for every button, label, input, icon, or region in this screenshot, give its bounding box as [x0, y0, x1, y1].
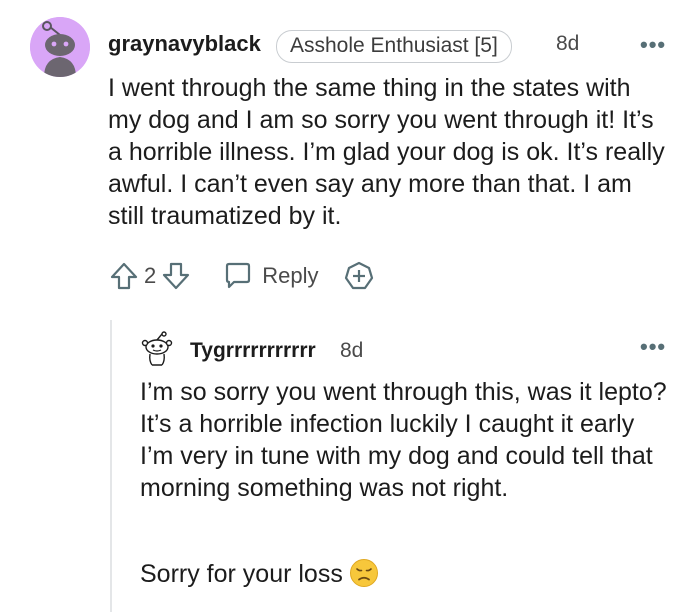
- username[interactable]: graynavyblack: [108, 31, 261, 57]
- reply-body-closing: Sorry for your loss: [140, 558, 670, 590]
- snoo-outline-icon: [141, 331, 173, 366]
- more-options-icon[interactable]: •••: [640, 32, 666, 58]
- reply-body: I’m so sorry you went through this, was …: [140, 378, 667, 502]
- user-flair: Asshole Enthusiast [5]: [276, 30, 512, 63]
- reply-username[interactable]: Tygrrrrrrrrrrr: [190, 339, 316, 363]
- comment-age: 8d: [556, 32, 580, 55]
- plus-circle-icon[interactable]: [343, 260, 375, 292]
- reply-more-options-icon[interactable]: •••: [640, 334, 666, 360]
- reply-closing-text: Sorry for your loss: [140, 560, 343, 588]
- vote-score: 2: [144, 263, 157, 288]
- comment-actions: 2 Reply: [108, 258, 375, 294]
- downvote-icon[interactable]: [160, 260, 192, 292]
- comment-body: I went through the same thing in the sta…: [108, 74, 665, 230]
- upvote-icon[interactable]: [108, 260, 140, 292]
- reply-label: Reply: [262, 263, 319, 288]
- snoo-avatar-icon: [30, 17, 90, 77]
- reply-avatar[interactable]: [140, 331, 174, 367]
- disappointed-face-emoji-icon: [349, 558, 379, 588]
- user-avatar[interactable]: [30, 17, 90, 77]
- reply-age: 8d: [340, 339, 364, 362]
- speech-bubble-icon: [222, 260, 254, 292]
- reply-button[interactable]: Reply: [222, 260, 319, 292]
- comment: graynavyblack Asshole Enthusiast [5] 8d …: [0, 0, 700, 612]
- thread-line[interactable]: [110, 320, 112, 612]
